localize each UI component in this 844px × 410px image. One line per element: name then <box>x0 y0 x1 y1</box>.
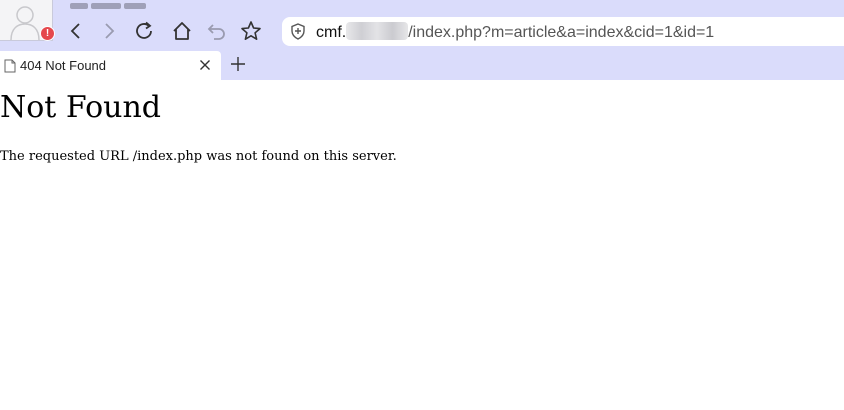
tab-404-not-found[interactable]: 404 Not Found <box>0 51 221 80</box>
shield-icon[interactable] <box>290 23 306 40</box>
tab-strip: 404 Not Found <box>0 49 844 81</box>
browser-toolbar: ! cmf. /index.php?m=article&a=index&cid=1… <box>0 0 844 49</box>
url-host: cmf. <box>316 24 347 41</box>
url-text[interactable]: cmf. /index.php?m=article&a=index&cid=1&i… <box>316 22 714 42</box>
reload-icon <box>136 21 152 39</box>
url-redacted-mask <box>346 22 409 40</box>
window-title-masked <box>70 0 160 9</box>
undo-button[interactable] <box>204 18 230 44</box>
plus-icon[interactable] <box>230 56 246 72</box>
alert-badge[interactable]: ! <box>40 26 55 41</box>
home-button[interactable] <box>169 18 195 44</box>
home-icon <box>173 22 191 40</box>
chevron-right-icon <box>105 23 115 39</box>
reload-button[interactable] <box>131 18 157 44</box>
tab-title: 404 Not Found <box>20 58 107 73</box>
url-path: /index.php?m=article&a=index&cid=1&id=1 <box>408 24 715 41</box>
address-bar[interactable]: cmf. /index.php?m=article&a=index&cid=1&i… <box>282 17 844 46</box>
page-content: Not Found The requested URL /index.php w… <box>0 80 844 410</box>
user-silhouette-icon <box>10 6 40 40</box>
favorite-button[interactable] <box>238 18 264 44</box>
error-message: The requested URL /index.php was not fou… <box>0 149 397 164</box>
star-icon <box>241 21 261 40</box>
page-icon <box>4 59 16 73</box>
forward-button[interactable] <box>96 18 122 44</box>
undo-icon <box>207 24 225 40</box>
page-heading: Not Found <box>0 90 161 125</box>
chevron-left-icon <box>70 23 80 39</box>
close-icon[interactable] <box>199 58 211 72</box>
back-button[interactable] <box>63 18 89 44</box>
